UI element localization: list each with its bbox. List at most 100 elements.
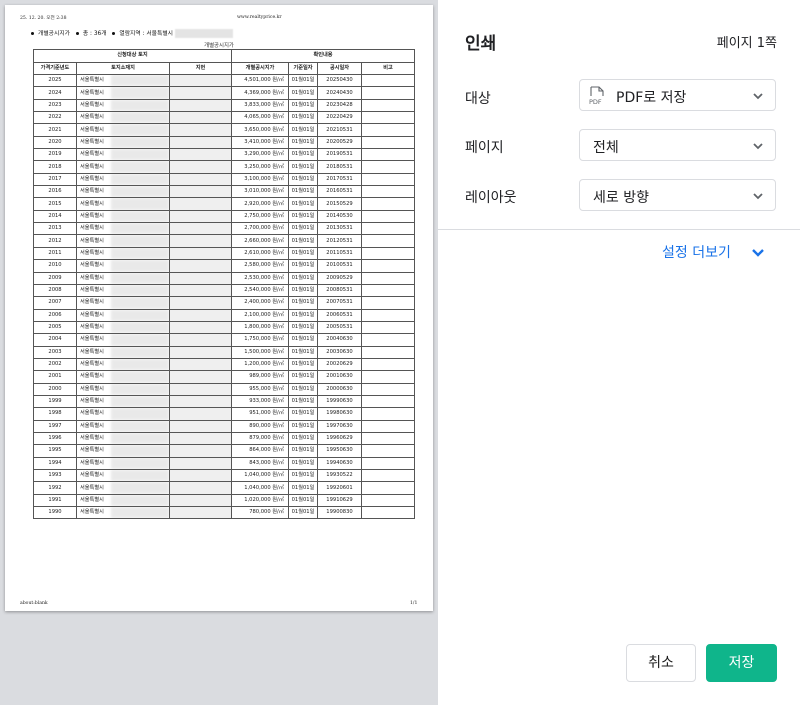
cell-remarks xyxy=(361,468,415,483)
cell-base-date: 01월01일 xyxy=(288,160,318,174)
cell-lot-redacted xyxy=(169,308,232,322)
cell-address: 서울특별시 xyxy=(76,456,170,471)
col-header-price: 개별공시지가 xyxy=(231,61,289,75)
redacted-address xyxy=(111,174,169,185)
cell-address: 서울특별시 xyxy=(76,296,170,310)
cell-address: 서울특별시 xyxy=(76,123,170,137)
cell-base-date: 01월01일 xyxy=(288,419,318,433)
cell-base-date: 01월01일 xyxy=(288,148,318,162)
destination-value: PDF로 저장 xyxy=(616,90,687,106)
cell-notice-date: 19970630 xyxy=(317,419,362,433)
cell-year: 2012 xyxy=(33,234,77,248)
more-settings-link[interactable]: 설정 더보기 xyxy=(662,242,731,262)
cell-notice-date: 20020629 xyxy=(317,357,362,372)
bullet-icon xyxy=(31,32,34,35)
document-title: 개별공시지가 xyxy=(204,43,234,49)
cell-base-date: 01월01일 xyxy=(288,456,318,471)
cell-price: 843,000 원/㎡ xyxy=(231,456,289,471)
cell-lot-redacted xyxy=(169,506,232,520)
destination-label: 대상 xyxy=(465,91,491,107)
cell-notice-date: 19900830 xyxy=(317,506,362,520)
expand-chevron-icon[interactable] xyxy=(750,245,766,259)
cell-year: 2005 xyxy=(33,320,77,335)
cell-notice-date: 20230428 xyxy=(317,98,362,113)
cell-remarks xyxy=(361,506,415,520)
cell-base-date: 01월01일 xyxy=(288,123,318,137)
preview-page: 25. 12. 20. 오전 2:38 www.realtyprice.kr 개… xyxy=(5,5,433,611)
cell-notice-date: 20010630 xyxy=(317,370,362,384)
cancel-button[interactable]: 취소 xyxy=(626,644,696,682)
destination-select[interactable]: PDF PDF로 저장 xyxy=(579,79,776,111)
redacted-address xyxy=(111,421,169,432)
page-header-datetime: 25. 12. 20. 오전 2:38 xyxy=(20,16,67,21)
cell-address: 서울특별시 xyxy=(76,444,170,458)
cell-remarks xyxy=(361,135,415,150)
cell-address: 서울특별시 xyxy=(76,481,170,495)
cell-address: 서울특별시 xyxy=(76,308,170,322)
cell-year: 1995 xyxy=(33,444,77,458)
cell-base-date: 01월01일 xyxy=(288,493,318,508)
table-row: 2007 서울특별시 2,400,000 원/㎡ 01월01일 20070531 xyxy=(33,296,415,310)
group-header-check: 확인내용 xyxy=(231,49,415,63)
cell-price: 3,410,000 원/㎡ xyxy=(231,135,289,150)
cell-lot-redacted xyxy=(169,419,232,433)
cell-notice-date: 19910629 xyxy=(317,493,362,508)
layout-select[interactable]: 세로 방향 xyxy=(579,179,776,211)
cell-year: 1993 xyxy=(33,468,77,483)
chevron-down-icon xyxy=(753,143,763,150)
redacted-address xyxy=(111,198,169,210)
table-row: 1995 서울특별시 864,000 원/㎡ 01월01일 19950630 xyxy=(33,444,415,458)
redacted-address xyxy=(111,260,169,271)
redacted-address xyxy=(111,75,169,86)
save-button[interactable]: 저장 xyxy=(706,644,777,682)
redacted-address xyxy=(111,112,169,123)
table-row: 2024 서울특별시 4,369,000 원/㎡ 01월01일 20240430 xyxy=(33,86,415,100)
cell-price: 951,000 원/㎡ xyxy=(231,407,289,421)
cell-year: 2000 xyxy=(33,382,77,396)
pages-select[interactable]: 전체 xyxy=(579,129,776,161)
redacted-address xyxy=(111,273,169,284)
chevron-down-icon xyxy=(753,93,763,100)
cell-price: 3,250,000 원/㎡ xyxy=(231,160,289,174)
cell-price: 2,920,000 원/㎡ xyxy=(231,197,289,211)
cell-base-date: 01월01일 xyxy=(288,135,318,150)
table-row: 1991 서울특별시 1,020,000 원/㎡ 01월01일 19910629 xyxy=(33,493,415,508)
cell-base-date: 01월01일 xyxy=(288,382,318,396)
cell-base-date: 01월01일 xyxy=(288,271,318,285)
cell-base-date: 01월01일 xyxy=(288,172,318,187)
cell-base-date: 01월01일 xyxy=(288,506,318,520)
cell-price: 2,580,000 원/㎡ xyxy=(231,259,289,273)
cell-address: 서울특별시 xyxy=(76,73,170,88)
table-row: 1998 서울특별시 951,000 원/㎡ 01월01일 19980630 xyxy=(33,407,415,421)
cell-lot-redacted xyxy=(169,481,232,495)
redacted-address xyxy=(111,124,169,136)
redacted-address xyxy=(111,161,169,173)
redacted-address xyxy=(111,297,169,309)
cell-remarks xyxy=(361,246,415,261)
cell-base-date: 01월01일 xyxy=(288,283,318,298)
cell-lot-redacted xyxy=(169,431,232,446)
cell-address: 서울특별시 xyxy=(76,160,170,174)
cell-year: 2008 xyxy=(33,283,77,298)
cell-base-date: 01월01일 xyxy=(288,209,318,224)
cell-remarks xyxy=(361,283,415,298)
cell-base-date: 01월01일 xyxy=(288,86,318,100)
cell-lot-redacted xyxy=(169,111,232,125)
redacted-address xyxy=(111,186,169,197)
redacted-address xyxy=(111,408,169,420)
cell-address: 서울특별시 xyxy=(76,345,170,359)
cell-year: 2014 xyxy=(33,209,77,224)
cell-notice-date: 20070531 xyxy=(317,296,362,310)
cell-notice-date: 19930522 xyxy=(317,468,362,483)
cell-remarks xyxy=(361,172,415,187)
cell-lot-redacted xyxy=(169,209,232,224)
info-line: 개별공시지가 총 : 36개 열람지역 : 서울특별시 xyxy=(30,28,234,38)
cell-year: 2006 xyxy=(33,308,77,322)
cell-notice-date: 20030630 xyxy=(317,345,362,359)
cell-address: 서울특별시 xyxy=(76,506,170,520)
cell-lot-redacted xyxy=(169,444,232,458)
redacted-address xyxy=(111,137,169,148)
cell-remarks xyxy=(361,431,415,446)
redacted-region xyxy=(175,29,234,38)
cell-address: 서울특별시 xyxy=(76,148,170,162)
